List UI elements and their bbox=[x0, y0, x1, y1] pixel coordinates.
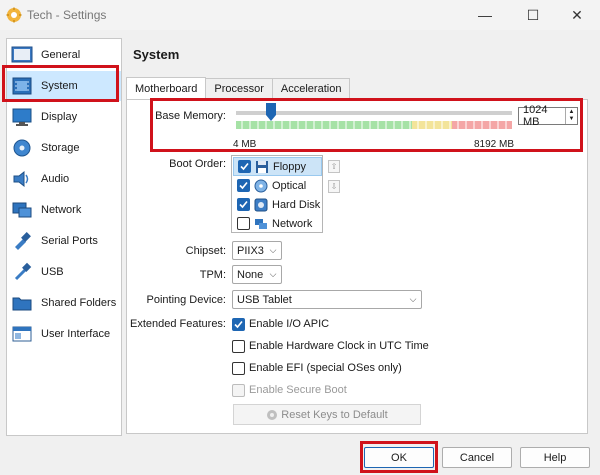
secure-boot-checkbox bbox=[232, 383, 245, 397]
sidebar-item-display[interactable]: Display bbox=[7, 102, 121, 132]
boot-order-list[interactable]: Floppy Optical Hard Disk Network bbox=[231, 155, 323, 233]
floppy-icon bbox=[256, 160, 268, 173]
hard-disk-icon bbox=[254, 198, 268, 211]
close-button[interactable]: ✕ bbox=[554, 0, 600, 30]
boot-order-label: Boot Order: bbox=[169, 158, 226, 170]
utc-clock-label: Enable Hardware Clock in UTC Time bbox=[249, 340, 429, 352]
chevron-down-icon: ⌵ bbox=[409, 294, 417, 304]
sidebar-item-user-interface[interactable]: User Interface bbox=[7, 319, 121, 349]
chipset-select[interactable]: PIIX3 ⌵ bbox=[232, 241, 282, 260]
io-apic-checkbox[interactable] bbox=[232, 317, 245, 331]
system-highlight-box bbox=[2, 65, 119, 102]
display-icon bbox=[12, 108, 32, 126]
chipset-label: Chipset: bbox=[185, 245, 226, 257]
chevron-down-icon: ⌵ bbox=[269, 269, 277, 279]
network-boot-icon bbox=[255, 218, 267, 229]
serial-ports-icon bbox=[15, 232, 31, 250]
boot-item-hard-disk[interactable]: Hard Disk bbox=[233, 195, 322, 214]
shared-folders-icon bbox=[12, 297, 32, 311]
optical-checkbox[interactable] bbox=[237, 179, 250, 192]
audio-icon bbox=[13, 170, 29, 188]
virtualbox-icon bbox=[6, 7, 22, 23]
sidebar-item-label: Storage bbox=[41, 142, 80, 154]
sidebar-item-serial-ports[interactable]: Serial Ports bbox=[7, 226, 121, 256]
tpm-select[interactable]: None ⌵ bbox=[232, 265, 282, 284]
sidebar-item-usb[interactable]: USB bbox=[7, 257, 121, 287]
sidebar-item-network[interactable]: Network bbox=[7, 195, 121, 225]
boot-item-optical[interactable]: Optical bbox=[233, 176, 322, 195]
sidebar-item-audio[interactable]: Audio bbox=[7, 164, 121, 194]
base-memory-highlight-box bbox=[150, 98, 583, 152]
window-title: Tech - Settings bbox=[27, 8, 107, 22]
boot-item-label: Hard Disk bbox=[272, 198, 321, 211]
floppy-checkbox[interactable] bbox=[238, 160, 251, 173]
efi-label: Enable EFI (special OSes only) bbox=[249, 362, 402, 374]
help-button[interactable]: Help bbox=[520, 447, 590, 468]
move-down-button[interactable]: ⇩ bbox=[328, 180, 340, 193]
storage-icon bbox=[13, 139, 31, 157]
secure-boot-label: Enable Secure Boot bbox=[249, 384, 347, 396]
optical-disc-icon bbox=[254, 179, 268, 192]
extended-features-label: Extended Features: bbox=[129, 318, 226, 330]
secure-boot-option: Enable Secure Boot bbox=[232, 382, 347, 398]
general-icon bbox=[11, 46, 33, 63]
usb-icon bbox=[14, 262, 32, 281]
boot-item-label: Network bbox=[272, 217, 313, 230]
network-checkbox[interactable] bbox=[237, 217, 250, 230]
tab-motherboard[interactable]: Motherboard bbox=[126, 77, 207, 100]
sidebar-item-storage[interactable]: Storage bbox=[7, 133, 121, 163]
minimize-button[interactable]: — bbox=[462, 0, 508, 30]
io-apic-option[interactable]: Enable I/O APIC bbox=[232, 316, 329, 332]
sidebar-item-shared-folders[interactable]: Shared Folders bbox=[7, 288, 121, 318]
title-bar[interactable]: Tech - Settings — ☐ ✕ bbox=[0, 0, 600, 30]
ok-highlight-box bbox=[360, 441, 438, 473]
sidebar-item-label: General bbox=[41, 49, 81, 61]
hard-disk-checkbox[interactable] bbox=[237, 198, 250, 211]
sidebar-item-label: Network bbox=[41, 204, 82, 216]
reset-keys-label: Reset Keys to Default bbox=[281, 408, 388, 421]
cancel-button[interactable]: Cancel bbox=[442, 447, 512, 468]
sidebar-item-label: Display bbox=[41, 111, 78, 123]
sidebar-item-label: Audio bbox=[41, 173, 70, 185]
sidebar-item-label: Shared Folders bbox=[41, 297, 117, 309]
boot-item-network[interactable]: Network bbox=[233, 214, 322, 233]
tpm-label: TPM: bbox=[199, 269, 226, 281]
reset-keys-icon bbox=[267, 409, 278, 420]
chevron-down-icon: ⌵ bbox=[269, 245, 277, 255]
pointing-device-select[interactable]: USB Tablet ⌵ bbox=[232, 290, 422, 309]
network-icon bbox=[12, 202, 32, 218]
user-interface-icon bbox=[12, 326, 32, 342]
boot-item-label: Floppy bbox=[273, 160, 307, 173]
boot-item-floppy[interactable]: Floppy bbox=[233, 157, 322, 176]
utc-clock-option[interactable]: Enable Hardware Clock in UTC Time bbox=[232, 338, 429, 354]
efi-option[interactable]: Enable EFI (special OSes only) bbox=[232, 360, 402, 376]
page-title: System bbox=[133, 47, 180, 62]
efi-checkbox[interactable] bbox=[232, 361, 245, 375]
utc-clock-checkbox[interactable] bbox=[232, 339, 245, 353]
io-apic-label: Enable I/O APIC bbox=[249, 318, 330, 330]
tab-acceleration[interactable]: Acceleration bbox=[271, 78, 351, 99]
pointing-device-value: USB Tablet bbox=[237, 293, 292, 306]
pointing-device-label: Pointing Device: bbox=[146, 294, 227, 306]
chipset-value: PIIX3 bbox=[237, 244, 264, 257]
tab-processor[interactable]: Processor bbox=[205, 78, 273, 99]
boot-item-label: Optical bbox=[272, 179, 307, 192]
maximize-button[interactable]: ☐ bbox=[510, 0, 556, 30]
sidebar-item-label: Serial Ports bbox=[41, 235, 98, 247]
tab-bar: Motherboard Processor Acceleration bbox=[126, 77, 351, 100]
move-up-button[interactable]: ⇧ bbox=[328, 160, 340, 173]
sidebar-item-label: USB bbox=[41, 266, 64, 278]
reset-keys-button: Reset Keys to Default bbox=[233, 404, 421, 425]
tpm-value: None bbox=[237, 268, 264, 281]
sidebar-item-label: User Interface bbox=[41, 328, 111, 340]
